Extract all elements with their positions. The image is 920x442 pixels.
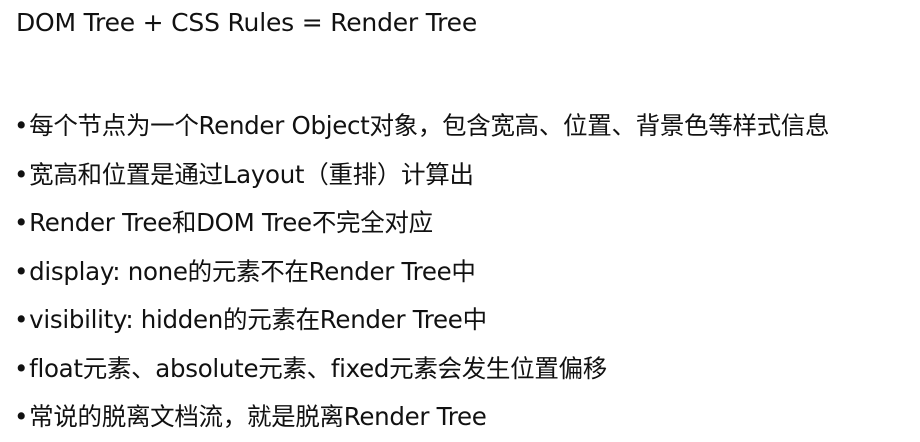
bullet-item: •Render Tree和DOM Tree不完全对应 — [14, 199, 829, 248]
bullet-item: •display: none的元素不在Render Tree中 — [14, 248, 829, 297]
bullet-marker: • — [14, 402, 29, 431]
bullet-item: •visibility: hidden的元素在Render Tree中 — [14, 296, 829, 345]
bullet-text: Render Tree和DOM Tree不完全对应 — [29, 208, 433, 237]
bullet-text: display: none的元素不在Render Tree中 — [29, 256, 476, 286]
bullet-item: •float元素、absolute元素、fixed元素会发生位置偏移 — [14, 345, 829, 394]
bullet-marker: • — [14, 256, 29, 286]
bullet-marker: • — [14, 208, 29, 237]
bullet-text: 每个节点为一个Render Object对象，包含宽高、位置、背景色等样式信息 — [29, 111, 830, 140]
bullet-item: •宽高和位置是通过Layout（重排）计算出 — [14, 151, 829, 200]
bullet-text: float元素、absolute元素、fixed元素会发生位置偏移 — [29, 353, 607, 383]
bullet-text: visibility: hidden的元素在Render Tree中 — [29, 305, 487, 334]
bullet-text: 宽高和位置是通过Layout（重排）计算出 — [29, 159, 474, 189]
bullet-text: 常说的脱离文档流，就是脱离Render Tree — [29, 402, 487, 431]
bullet-list: •每个节点为一个Render Object对象，包含宽高、位置、背景色等样式信息… — [14, 102, 830, 442]
bullet-item: •每个节点为一个Render Object对象，包含宽高、位置、背景色等样式信息 — [14, 102, 830, 151]
bullet-marker: • — [14, 111, 29, 140]
bullet-marker: • — [14, 159, 29, 189]
slide-title: DOM Tree + CSS Rules = Render Tree — [16, 8, 478, 37]
slide: DOM Tree + CSS Rules = Render Tree •每个节点… — [0, 0, 920, 440]
bullet-marker: • — [14, 305, 29, 334]
bullet-item: •常说的脱离文档流，就是脱离Render Tree — [14, 393, 829, 442]
bullet-marker: • — [14, 353, 29, 383]
